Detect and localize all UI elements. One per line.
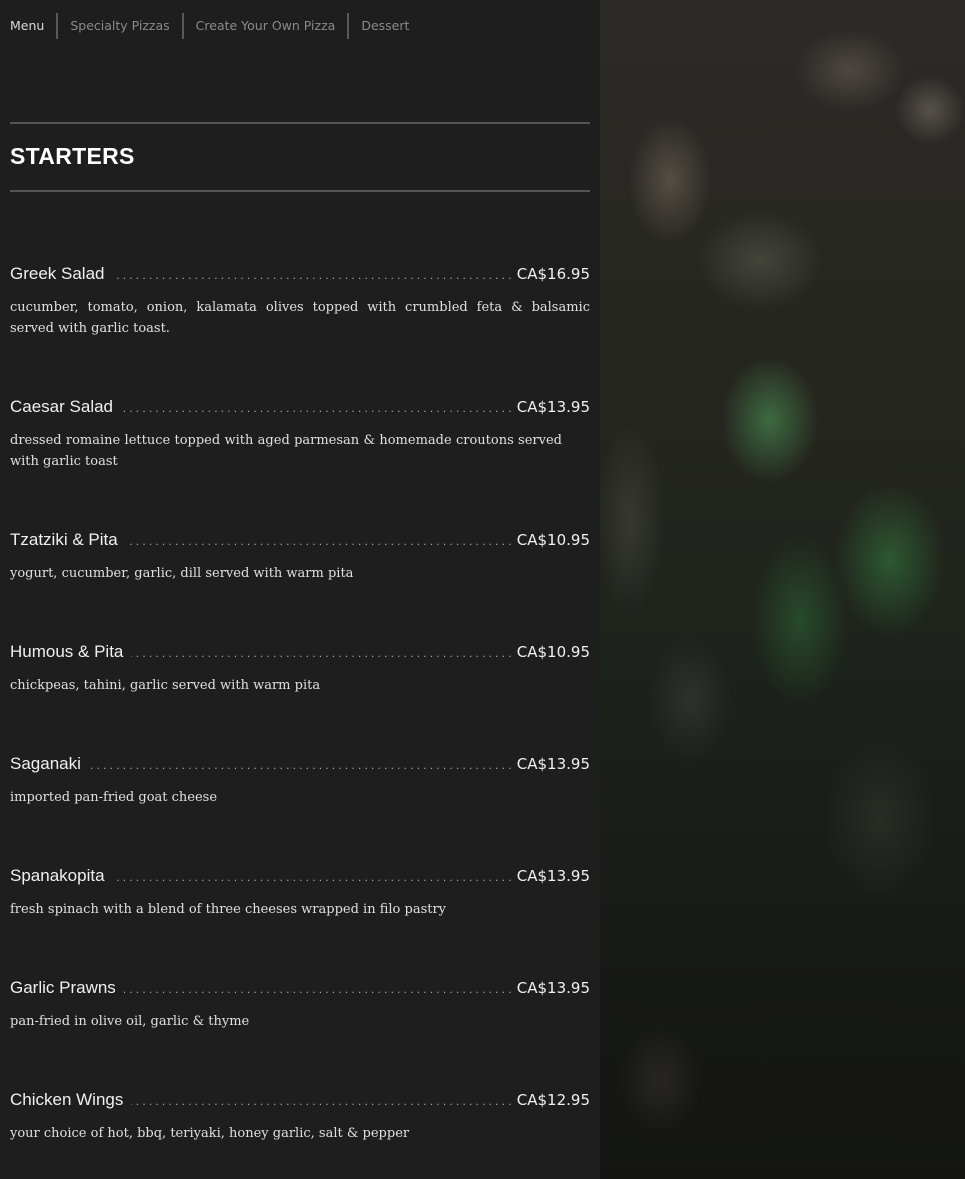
menu-item: Spanakopita ............................… bbox=[10, 866, 590, 920]
dot-leader: ........................................… bbox=[121, 401, 515, 415]
menu-item: Garlic Prawns ..........................… bbox=[10, 978, 590, 1032]
menu-item-price: CA$10.95 bbox=[516, 531, 590, 549]
menu-item-price: CA$10.95 bbox=[516, 643, 590, 661]
section-top-divider bbox=[10, 122, 590, 124]
menu-item-price: CA$13.95 bbox=[516, 867, 590, 885]
menu-item-price: CA$13.95 bbox=[516, 979, 590, 997]
menu-item-name: Caesar Salad bbox=[10, 397, 114, 416]
dot-leader: ........................................… bbox=[131, 646, 515, 660]
dot-leader: ........................................… bbox=[123, 982, 515, 996]
menu-item-name: Saganaki bbox=[10, 754, 81, 773]
menu-item-name: Spanakopita bbox=[10, 866, 105, 885]
section-title: STARTERS bbox=[10, 143, 135, 169]
menu-item: Greek Salad ............................… bbox=[10, 264, 590, 339]
dot-leader: ........................................… bbox=[125, 534, 515, 548]
menu-item: Saganaki ...............................… bbox=[10, 754, 590, 808]
menu-item-description: pan-fried in olive oil, garlic & thyme bbox=[10, 1014, 250, 1029]
menu-item-description: yogurt, cucumber, garlic, dill served wi… bbox=[10, 566, 354, 581]
menu-panel: Menu Specialty Pizzas Create Your Own Pi… bbox=[0, 0, 600, 1179]
menu-item-price: CA$13.95 bbox=[516, 755, 590, 773]
menu-item: Tzatziki & Pita ........................… bbox=[10, 530, 590, 584]
nav-item-specialty-pizzas[interactable]: Specialty Pizzas bbox=[58, 12, 181, 40]
menu-item-description: dressed romaine lettuce topped with aged… bbox=[10, 433, 562, 469]
menu-item-name: Garlic Prawns bbox=[10, 978, 116, 997]
nav-item-menu[interactable]: Menu bbox=[10, 12, 56, 40]
menu-item-price: CA$16.95 bbox=[516, 265, 590, 283]
dot-leader: ........................................… bbox=[131, 1094, 515, 1108]
dot-leader: ........................................… bbox=[113, 870, 515, 884]
menu-item-description: chickpeas, tahini, garlic served with wa… bbox=[10, 678, 321, 693]
menu-item-price: CA$12.95 bbox=[516, 1091, 590, 1109]
dot-leader: ........................................… bbox=[113, 268, 515, 282]
menu-item-name: Chicken Wings bbox=[10, 1090, 124, 1109]
menu-item: Caesar Salad ...........................… bbox=[10, 397, 590, 472]
menu-item-name: Tzatziki & Pita bbox=[10, 530, 118, 549]
nav-item-create-your-own-pizza[interactable]: Create Your Own Pizza bbox=[184, 12, 348, 40]
menu-nav: Menu Specialty Pizzas Create Your Own Pi… bbox=[10, 12, 421, 40]
menu-item-description: fresh spinach with a blend of three chee… bbox=[10, 902, 447, 917]
menu-item-description: imported pan-fried goat cheese bbox=[10, 790, 218, 805]
plant-background-image bbox=[600, 0, 965, 1179]
nav-item-dessert[interactable]: Dessert bbox=[349, 12, 421, 40]
menu-item: Humous & Pita ..........................… bbox=[10, 642, 590, 696]
menu-item-description: cucumber, tomato, onion, kalamata olives… bbox=[10, 300, 590, 336]
menu-item-name: Greek Salad bbox=[10, 264, 105, 283]
menu-item-price: CA$13.95 bbox=[516, 398, 590, 416]
section-bottom-divider bbox=[10, 190, 590, 192]
menu-item-name: Humous & Pita bbox=[10, 642, 124, 661]
menu-item: Chicken Wings ..........................… bbox=[10, 1090, 590, 1144]
dot-leader: ........................................… bbox=[89, 758, 515, 772]
menu-item-description: your choice of hot, bbq, teriyaki, honey… bbox=[10, 1126, 410, 1141]
